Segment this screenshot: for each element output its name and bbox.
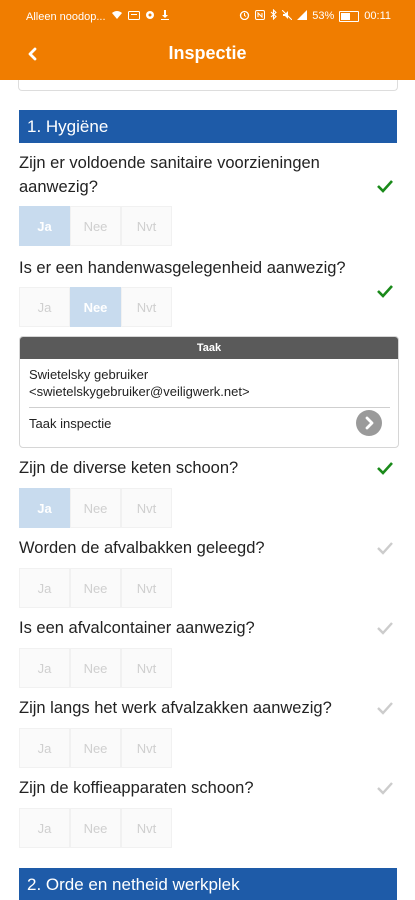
task-label: Taak inspectie [29,416,112,431]
chevron-right-icon [365,416,374,430]
section-title: 2. Orde en netheid werkplek [27,874,240,894]
answer-group: Ja Nee Nvt [19,488,172,528]
section-header-orde: 2. Orde en netheid werkplek [19,868,397,900]
answer-group: Ja Nee Nvt [19,808,172,848]
answer-nee-button[interactable]: Nee [70,287,121,327]
answer-nvt-button[interactable]: Nvt [121,728,172,768]
answer-nvt-button[interactable]: Nvt [121,648,172,688]
signal-icon [297,9,308,23]
answer-ja-button[interactable]: Ja [19,287,70,327]
status-bar: Alleen noodop... 53% 00:11 [0,0,415,30]
question-text: Zijn de diverse keten schoon? [19,459,239,477]
battery-percentage: 53% [312,10,335,22]
question-text: Is er een handenwasgelegenheid aanwezig? [19,259,346,277]
carrier-text: Alleen noodop... [26,10,106,23]
nav-bar: Inspectie [0,30,415,78]
check-icon [377,622,393,635]
check-icon [377,702,393,715]
answer-nvt-button[interactable]: Nvt [121,287,172,327]
answer-ja-button[interactable]: Ja [19,206,70,246]
task-card: Taak Swietelsky gebruiker <swietelskygeb… [19,336,399,448]
question-text: Zijn de koffieapparaten schoon? [19,779,254,797]
answer-nvt-button[interactable]: Nvt [121,808,172,848]
answer-group: Ja Nee Nvt [19,568,172,608]
section-title: 1. Hygiëne [27,116,109,136]
question-text: Worden de afvalbakken geleegd? [19,539,265,557]
answer-group: Ja Nee Nvt [19,206,172,246]
inspection-list[interactable]: 1. Hygiëne Zijn er voldoende sanitaire v… [0,80,415,900]
answer-nee-button[interactable]: Nee [70,206,121,246]
question-text: Zijn er voldoende sanitaire voorzieninge… [19,154,320,196]
task-user-email: <swietelskygebruiker@veiligwerk.net> [29,384,250,399]
download-icon [160,10,170,23]
page-title: Inspectie [168,43,247,63]
mute-icon [281,9,293,23]
question-text: Is een afvalcontainer aanwezig? [19,619,255,637]
answer-nee-button[interactable]: Nee [70,568,121,608]
alarm-icon [239,10,250,23]
answer-ja-button[interactable]: Ja [19,808,70,848]
answer-group: Ja Nee Nvt [19,648,172,688]
nfc-icon [255,9,266,23]
answer-ja-button[interactable]: Ja [19,488,70,528]
message-icon [127,10,140,23]
answer-nee-button[interactable]: Nee [70,728,121,768]
answer-nvt-button[interactable]: Nvt [121,568,172,608]
previous-card [18,80,398,91]
task-open-button[interactable] [356,410,382,436]
gear-icon [145,10,155,23]
answer-ja-button[interactable]: Ja [19,648,70,688]
clock: 00:11 [364,10,391,22]
check-icon [377,542,393,555]
bluetooth-icon [270,8,278,23]
check-icon [377,462,393,475]
check-icon [377,782,393,795]
answer-ja-button[interactable]: Ja [19,728,70,768]
answer-group: Ja Nee Nvt [19,287,172,327]
answer-nvt-button[interactable]: Nvt [121,488,172,528]
question-text: Zijn langs het werk afvalzakken aanwezig… [19,699,332,717]
answer-nee-button[interactable]: Nee [70,648,121,688]
section-header-hygiene: 1. Hygiëne [19,110,397,143]
task-user: Swietelsky gebruiker <swietelskygebruike… [20,359,398,400]
answer-nee-button[interactable]: Nee [70,808,121,848]
answer-group: Ja Nee Nvt [19,728,172,768]
battery-icon [339,10,360,22]
divider [29,407,390,408]
wifi-icon [111,10,123,23]
task-header: Taak [20,337,398,359]
check-icon [377,180,393,193]
app-bar: Alleen noodop... 53% 00:11 Inspectie [0,0,415,80]
check-icon [377,285,393,298]
answer-nvt-button[interactable]: Nvt [121,206,172,246]
answer-ja-button[interactable]: Ja [19,568,70,608]
task-user-name: Swietelsky gebruiker [29,367,149,382]
answer-nee-button[interactable]: Nee [70,488,121,528]
